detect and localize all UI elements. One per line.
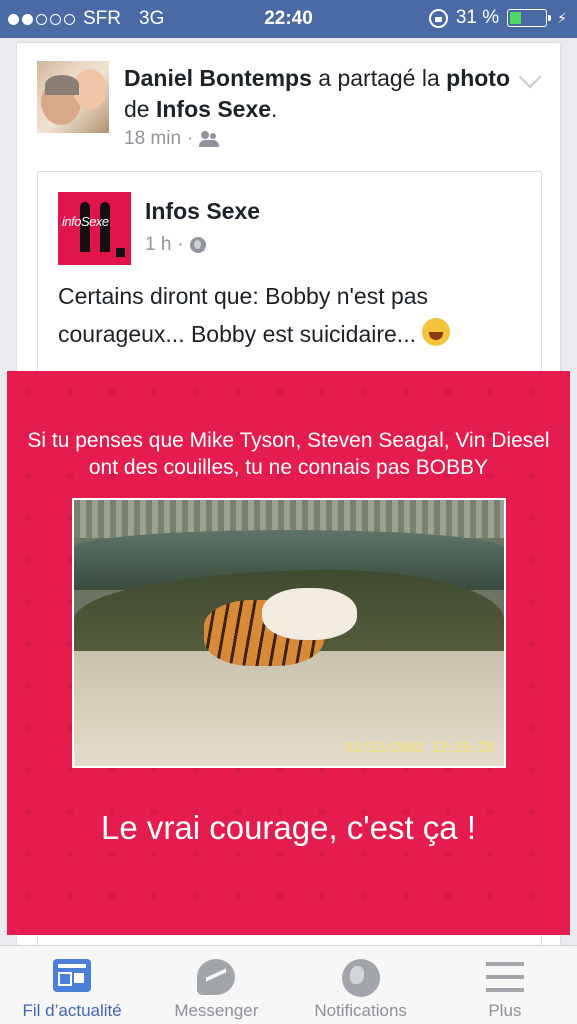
friends-icon [199, 131, 221, 147]
tab-label: Fil d’actualité [22, 1001, 122, 1020]
status-bar: SFR 3G 22:40 31 % ⚡ [0, 0, 577, 38]
story-preposition: de [124, 96, 150, 122]
chevron-down-icon[interactable] [518, 65, 542, 89]
messenger-icon [197, 959, 236, 995]
laughing-tears-emoji [422, 318, 451, 346]
meta-separator: · [177, 234, 184, 255]
tab-notifications[interactable]: Notifications [289, 946, 433, 1024]
menu-icon [485, 962, 524, 992]
page-logo[interactable]: infoSexe [58, 192, 131, 265]
post-image[interactable]: Si tu penses que Mike Tyson, Steven Seag… [7, 371, 570, 935]
tab-messenger[interactable]: Messenger [144, 946, 288, 1024]
image-caption-line2: ont des couilles, tu ne connais pas BOBB… [88, 456, 489, 479]
story-timestamp[interactable]: 18 min [124, 128, 181, 150]
tiger-dog-photo: 01/13/2002 12:20:28 [72, 498, 506, 768]
tab-more[interactable]: Plus [433, 946, 577, 1024]
newsfeed-icon [53, 959, 92, 992]
charging-icon: ⚡ [557, 9, 567, 26]
story-verb: a partagé la [318, 65, 440, 91]
image-slogan: Le vrai courage, c'est ça ! [101, 809, 476, 846]
post-text-body: Certains diront que: Bobby n'est pas cou… [58, 283, 429, 347]
page-logo-text: infoSexe [62, 214, 109, 229]
page-name-link[interactable]: Infos Sexe [145, 198, 260, 225]
globe-icon [189, 237, 206, 253]
photo-timestamp: 01/13/2002 12:20:28 [345, 741, 494, 756]
dog-figure [262, 588, 357, 640]
meta-separator: · [187, 128, 194, 149]
status-right: 31 % ⚡ [428, 7, 567, 29]
rotation-lock-icon [428, 8, 448, 28]
tab-news-feed[interactable]: Fil d’actualité [0, 946, 144, 1024]
image-caption-line1: Si tu penses que Mike Tyson, Steven Seag… [27, 429, 550, 452]
shared-post-meta: 1 h · [145, 234, 206, 256]
author-avatar[interactable] [37, 61, 109, 133]
shared-post-text: Certains diront que: Bobby n'est pas cou… [58, 277, 528, 353]
globe-icon [341, 959, 380, 997]
tab-bar: Fil d’actualité Messenger Notifications … [0, 945, 577, 1024]
tab-label: Plus [488, 1001, 522, 1020]
image-caption: Si tu penses que Mike Tyson, Steven Seag… [7, 427, 570, 481]
battery-icon [507, 9, 552, 27]
story-header: Daniel Bontemps a partagé la photo de In… [124, 65, 510, 122]
shared-post-timestamp[interactable]: 1 h [145, 234, 171, 256]
photo-link[interactable]: photo [446, 65, 510, 91]
tab-label: Messenger [174, 1001, 259, 1020]
story-meta: 18 min · [124, 128, 221, 150]
page-link[interactable]: Infos Sexe [156, 96, 271, 122]
tab-label: Notifications [314, 1001, 407, 1020]
battery-percent: 31 % [455, 7, 500, 28]
author-name-link[interactable]: Daniel Bontemps [124, 65, 312, 91]
